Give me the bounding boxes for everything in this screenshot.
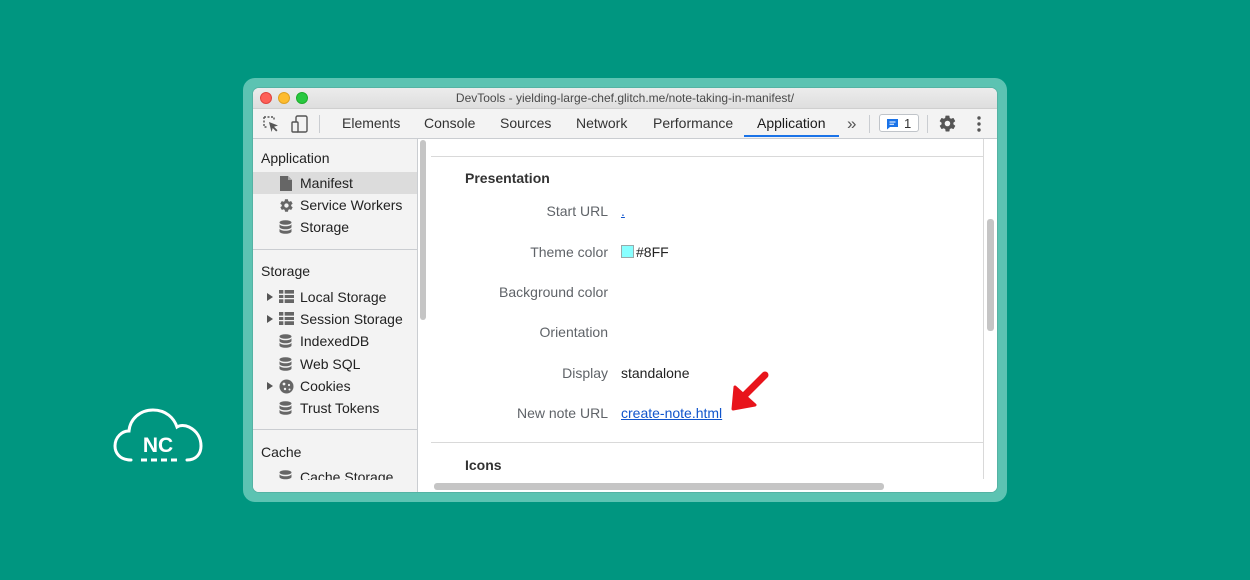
devtools-toolbar: Elements Console Sources Network Perform…	[253, 109, 997, 139]
more-tabs-chevron-icon[interactable]: »	[847, 109, 856, 138]
panel-vertical-scrollbar[interactable]	[987, 219, 994, 331]
active-tab-indicator	[744, 135, 839, 137]
new-note-url-wrapper: create-note.html	[621, 405, 722, 421]
expand-triangle-icon[interactable]	[267, 315, 273, 323]
start-url-label: Start URL	[546, 203, 608, 219]
nc-cloud-logo: NC	[113, 408, 203, 462]
background-color-label: Background color	[499, 284, 608, 300]
sidebar-item-label: Cookies	[300, 378, 351, 394]
display-label: Display	[562, 365, 608, 381]
sidebar-item-cache-storage[interactable]: Cache Storage	[253, 466, 417, 480]
sidebar-item-label: Web SQL	[300, 356, 361, 372]
table-grid-icon	[279, 290, 294, 303]
title-bar: DevTools - yielding-large-chef.glitch.me…	[253, 88, 997, 109]
sidebar-item-label: Manifest	[300, 175, 353, 191]
tab-elements[interactable]: Elements	[342, 109, 400, 138]
sidebar-item-label: Cache Storage	[300, 469, 394, 480]
window-title: DevTools - yielding-large-chef.glitch.me…	[455, 91, 795, 105]
section-divider	[431, 442, 983, 443]
toolbar-separator	[319, 115, 320, 133]
sidebar-item-label: Local Storage	[300, 289, 387, 305]
database-icon	[279, 470, 292, 480]
inspect-element-icon[interactable]	[262, 115, 280, 133]
theme-color-value-group: #8FF	[621, 244, 669, 260]
manifest-panel: Presentation Start URL . Theme color #8F…	[431, 139, 997, 492]
presentation-heading: Presentation	[465, 170, 550, 186]
document-icon	[280, 176, 292, 191]
application-sidebar: Application Manifest Service Workers Sto…	[253, 139, 418, 492]
tab-sources[interactable]: Sources	[500, 109, 551, 138]
zoom-window-button[interactable]	[296, 92, 308, 104]
sidebar-vertical-scrollbar[interactable]	[420, 140, 426, 320]
sidebar-divider	[253, 429, 417, 430]
theme-color-label: Theme color	[530, 244, 608, 260]
theme-color-value: #8FF	[636, 244, 669, 260]
tab-network[interactable]: Network	[576, 109, 627, 138]
message-icon	[887, 119, 898, 130]
start-url-value[interactable]: .	[621, 203, 625, 219]
sidebar-section-storage: Storage	[261, 263, 311, 279]
panel-horizontal-scrollbar[interactable]	[434, 483, 884, 490]
sidebar-item-web-sql[interactable]: Web SQL	[253, 353, 417, 375]
new-note-url-label: New note URL	[516, 405, 608, 421]
more-options-icon[interactable]	[973, 115, 985, 133]
sidebar-section-cache: Cache	[261, 444, 302, 460]
cookie-icon	[279, 379, 294, 394]
database-icon	[279, 334, 292, 348]
device-toolbar-icon[interactable]	[291, 115, 309, 133]
theme-color-swatch	[621, 245, 634, 258]
sidebar-item-session-storage[interactable]: Session Storage	[253, 308, 417, 330]
sidebar-section-application: Application	[261, 150, 330, 166]
database-icon	[279, 220, 292, 234]
sidebar-item-service-workers[interactable]: Service Workers	[253, 194, 417, 216]
sidebar-item-label: Session Storage	[300, 311, 403, 327]
sidebar-item-label: Trust Tokens	[300, 400, 380, 416]
sidebar-item-storage[interactable]: Storage	[253, 216, 417, 238]
logo-text: NC	[143, 434, 173, 457]
expand-triangle-icon[interactable]	[267, 382, 273, 390]
expand-triangle-icon[interactable]	[267, 293, 273, 301]
minimize-window-button[interactable]	[278, 92, 290, 104]
sidebar-item-local-storage[interactable]: Local Storage	[253, 286, 417, 308]
start-url-link[interactable]: .	[621, 203, 625, 219]
issues-count: 1	[904, 116, 912, 131]
sidebar-item-label: Service Workers	[300, 197, 403, 213]
tab-performance[interactable]: Performance	[653, 109, 733, 138]
database-icon	[279, 357, 292, 371]
sidebar-item-cookies[interactable]: Cookies	[253, 375, 417, 397]
sidebar-divider	[253, 249, 417, 250]
display-value: standalone	[621, 365, 690, 381]
sidebar-item-indexeddb[interactable]: IndexedDB	[253, 330, 417, 352]
settings-gear-icon[interactable]	[938, 114, 957, 133]
sidebar-item-manifest[interactable]: Manifest	[253, 172, 417, 194]
issues-counter-button[interactable]: 1	[879, 114, 919, 132]
panel-border	[983, 139, 984, 479]
sidebar-item-trust-tokens[interactable]: Trust Tokens	[253, 397, 417, 419]
icons-heading: Icons	[465, 457, 502, 473]
orientation-label: Orientation	[539, 324, 608, 340]
devtools-window: DevTools - yielding-large-chef.glitch.me…	[253, 88, 997, 492]
new-note-url-link[interactable]: create-note.html	[621, 405, 722, 421]
close-window-button[interactable]	[260, 92, 272, 104]
tab-console[interactable]: Console	[424, 109, 475, 138]
section-divider	[431, 156, 983, 157]
tab-application[interactable]: Application	[757, 109, 826, 138]
sidebar-item-label: IndexedDB	[300, 333, 370, 349]
toolbar-separator	[869, 115, 870, 133]
red-arrow-annotation-icon	[731, 371, 769, 411]
gear-icon	[280, 199, 293, 212]
database-icon	[279, 401, 292, 415]
toolbar-separator	[927, 115, 928, 133]
sidebar-item-label: Storage	[300, 219, 350, 235]
table-grid-icon	[279, 312, 294, 325]
